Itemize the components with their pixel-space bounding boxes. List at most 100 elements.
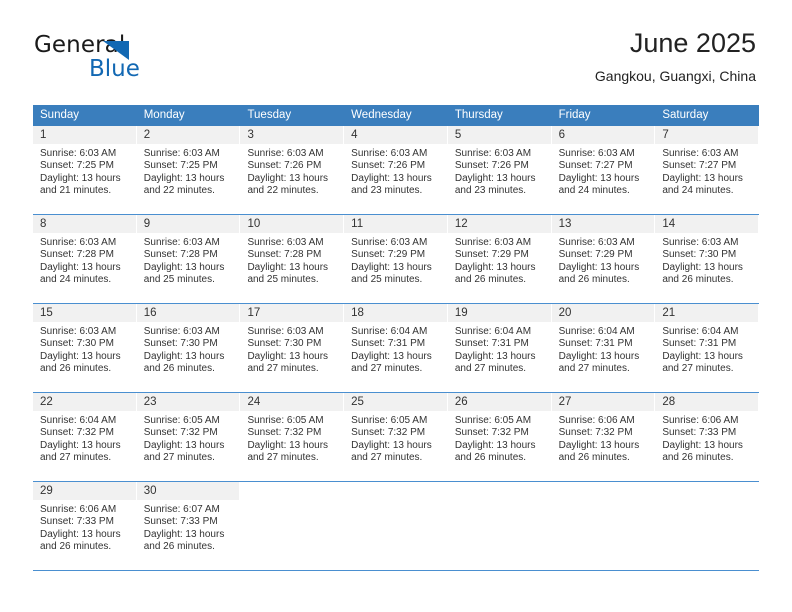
day-line-sunrise: Sunrise: 6:03 AM (247, 326, 324, 337)
calendar-week-row: 8 Sunrise: 6:03 AM Sunset: 7:28 PM Daylight… (33, 215, 760, 304)
day-line-sunset: Sunset: 7:27 PM (558, 160, 633, 172)
day-cell[interactable]: 17 Sunrise: 6:03 AM Sunset: 7:30 PM Dayligh… (240, 304, 345, 392)
day-cell[interactable]: 20 Sunrise: 6:04 AM Sunset: 7:31 PM Dayligh… (551, 304, 656, 392)
weekday-header-monday: Monday (143, 109, 185, 121)
day-cell[interactable]: 18 Sunrise: 6:04 AM Sunset: 7:31 PM Dayligh… (344, 304, 448, 392)
day-line-daylight-2: and 26 minutes. (558, 274, 630, 286)
day-number: 6 (551, 126, 655, 144)
day-cell[interactable]: 15 Sunrise: 6:03 AM Sunset: 7:30 PM Dayligh… (33, 304, 137, 392)
day-line-sunset: Sunset: 7:28 PM (247, 249, 322, 261)
day-line-daylight-2: and 27 minutes. (351, 452, 423, 464)
day-line-sunrise: Sunrise: 6:03 AM (351, 148, 428, 159)
day-line-sunrise: Sunrise: 6:05 AM (247, 415, 324, 426)
day-details: Sunrise: 6:03 AM Sunset: 7:30 PM Daylight:… (33, 322, 136, 392)
day-line-sunset: Sunset: 7:29 PM (351, 249, 426, 261)
day-line-daylight-2: and 22 minutes. (143, 185, 215, 197)
day-cell[interactable]: 29 Sunrise: 6:06 AM Sunset: 7:33 PM Dayligh… (33, 482, 137, 570)
day-cell[interactable]: 9 Sunrise: 6:03 AM Sunset: 7:28 PM Daylight… (136, 215, 241, 303)
day-cell[interactable]: 16 Sunrise: 6:03 AM Sunset: 7:30 PM Dayligh… (136, 304, 241, 392)
day-cell[interactable]: 22 Sunrise: 6:04 AM Sunset: 7:32 PM Dayligh… (33, 393, 137, 481)
day-line-sunrise: Sunrise: 6:04 AM (558, 326, 635, 337)
day-line-daylight-2: and 25 minutes. (351, 274, 423, 286)
day-line-daylight-1: Daylight: 13 hours (40, 350, 121, 362)
day-line-sunset: Sunset: 7:27 PM (662, 160, 737, 172)
day-cell[interactable]: 11 Sunrise: 6:03 AM Sunset: 7:29 PM Dayligh… (344, 215, 448, 303)
day-number: 3 (240, 126, 344, 144)
day-cell[interactable]: 23 Sunrise: 6:05 AM Sunset: 7:32 PM Dayligh… (136, 393, 241, 481)
day-details: Sunrise: 6:03 AM Sunset: 7:29 PM Daylight:… (344, 233, 447, 303)
day-cell[interactable]: 3 Sunrise: 6:03 AM Sunset: 7:26 PM Daylight… (240, 126, 345, 214)
day-cell[interactable]: 4 Sunrise: 6:03 AM Sunset: 7:26 PM Daylight… (344, 126, 448, 214)
day-line-daylight-1: Daylight: 13 hours (558, 172, 640, 184)
day-details: Sunrise: 6:03 AM Sunset: 7:25 PM Daylight:… (33, 144, 136, 214)
day-line-daylight-1: Daylight: 13 hours (247, 439, 329, 451)
day-line-sunset: Sunset: 7:28 PM (143, 249, 218, 261)
day-line-sunset: Sunset: 7:28 PM (40, 249, 114, 261)
day-line-daylight-2: and 26 minutes. (40, 541, 112, 553)
day-number: 22 (33, 393, 136, 411)
day-line-daylight-1: Daylight: 13 hours (247, 172, 329, 184)
day-line-sunset: Sunset: 7:25 PM (143, 160, 218, 172)
day-cell[interactable]: 2 Sunrise: 6:03 AM Sunset: 7:25 PM Daylight… (136, 126, 241, 214)
day-cell[interactable]: 6 Sunrise: 6:03 AM Sunset: 7:27 PM Daylight… (551, 126, 656, 214)
day-cell[interactable]: 8 Sunrise: 6:03 AM Sunset: 7:28 PM Daylight… (33, 215, 137, 303)
day-cell[interactable]: 24 Sunrise: 6:05 AM Sunset: 7:32 PM Dayligh… (240, 393, 345, 481)
day-line-sunrise: Sunrise: 6:03 AM (558, 237, 635, 248)
day-cell[interactable]: 26 Sunrise: 6:05 AM Sunset: 7:32 PM Dayligh… (447, 393, 552, 481)
day-line-sunrise: Sunrise: 6:05 AM (454, 415, 532, 426)
day-cell[interactable]: 28 Sunrise: 6:06 AM Sunset: 7:33 PM Dayligh… (655, 393, 760, 481)
day-line-daylight-1: Daylight: 13 hours (351, 439, 432, 451)
day-cell[interactable]: 19 Sunrise: 6:04 AM Sunset: 7:31 PM Dayligh… (447, 304, 552, 392)
day-line-daylight-2: and 27 minutes. (662, 363, 734, 375)
day-line-sunrise: Sunrise: 6:03 AM (662, 237, 739, 248)
day-details (552, 500, 655, 570)
weekday-header-thursday: Thursday (454, 109, 503, 121)
day-cell[interactable]: 7 Sunrise: 6:03 AM Sunset: 7:27 PM Daylight… (655, 126, 760, 214)
day-details (655, 500, 758, 570)
day-number: 8 (33, 215, 136, 233)
day-line-sunset: Sunset: 7:32 PM (558, 427, 633, 439)
general-blue-logo[interactable]: General Blue (34, 34, 214, 90)
day-line-sunrise: Sunrise: 6:03 AM (143, 237, 220, 248)
day-number (240, 482, 344, 500)
day-details (344, 500, 447, 570)
day-number: 25 (344, 393, 447, 411)
day-number: 11 (344, 215, 447, 233)
day-cell[interactable]: 5 Sunrise: 6:03 AM Sunset: 7:26 PM Daylight… (447, 126, 552, 214)
day-line-sunrise: Sunrise: 6:03 AM (558, 148, 635, 159)
calendar-weeks: 1 Sunrise: 6:03 AM Sunset: 7:25 PM Daylight… (33, 126, 760, 571)
logo-text-blue: Blue (89, 56, 140, 82)
calendar-page: General Blue June 2025 Gangkou, Guangxi,… (0, 0, 792, 612)
day-line-sunset: Sunset: 7:30 PM (40, 338, 114, 350)
day-details: Sunrise: 6:03 AM Sunset: 7:29 PM Daylight:… (552, 233, 655, 303)
day-cell[interactable]: 30 Sunrise: 6:07 AM Sunset: 7:33 PM Dayligh… (136, 482, 241, 570)
day-line-daylight-1: Daylight: 13 hours (662, 350, 743, 362)
day-cell[interactable]: 14 Sunrise: 6:03 AM Sunset: 7:30 PM Dayligh… (655, 215, 760, 303)
day-details: Sunrise: 6:06 AM Sunset: 7:33 PM Daylight:… (33, 500, 136, 570)
day-cell[interactable]: 1 Sunrise: 6:03 AM Sunset: 7:25 PM Daylight… (33, 126, 137, 214)
day-line-daylight-1: Daylight: 13 hours (143, 261, 225, 273)
day-line-daylight-1: Daylight: 13 hours (143, 439, 225, 451)
day-line-sunset: Sunset: 7:29 PM (558, 249, 633, 261)
day-cell-empty (447, 482, 552, 570)
day-number: 1 (33, 126, 136, 144)
day-line-daylight-2: and 24 minutes. (40, 274, 112, 286)
day-number: 14 (655, 215, 759, 233)
day-line-sunrise: Sunrise: 6:03 AM (143, 148, 220, 159)
day-line-sunrise: Sunrise: 6:06 AM (558, 415, 635, 426)
day-details: Sunrise: 6:04 AM Sunset: 7:31 PM Daylight:… (448, 322, 551, 392)
day-cell[interactable]: 10 Sunrise: 6:03 AM Sunset: 7:28 PM Dayligh… (240, 215, 345, 303)
day-details: Sunrise: 6:03 AM Sunset: 7:27 PM Daylight:… (552, 144, 655, 214)
day-cell[interactable]: 27 Sunrise: 6:06 AM Sunset: 7:32 PM Dayligh… (551, 393, 656, 481)
day-cell[interactable]: 25 Sunrise: 6:05 AM Sunset: 7:32 PM Dayligh… (344, 393, 448, 481)
day-line-sunrise: Sunrise: 6:03 AM (40, 326, 117, 337)
day-line-daylight-2: and 27 minutes. (143, 452, 215, 464)
day-cell[interactable]: 12 Sunrise: 6:03 AM Sunset: 7:29 PM Dayligh… (447, 215, 552, 303)
day-cell[interactable]: 21 Sunrise: 6:04 AM Sunset: 7:31 PM Dayligh… (655, 304, 760, 392)
day-line-daylight-2: and 24 minutes. (662, 185, 734, 197)
day-details: Sunrise: 6:04 AM Sunset: 7:32 PM Daylight:… (33, 411, 136, 481)
day-line-daylight-2: and 23 minutes. (351, 185, 423, 197)
day-line-daylight-1: Daylight: 13 hours (558, 350, 640, 362)
day-line-daylight-2: and 25 minutes. (143, 274, 215, 286)
day-cell[interactable]: 13 Sunrise: 6:03 AM Sunset: 7:29 PM Dayligh… (551, 215, 656, 303)
